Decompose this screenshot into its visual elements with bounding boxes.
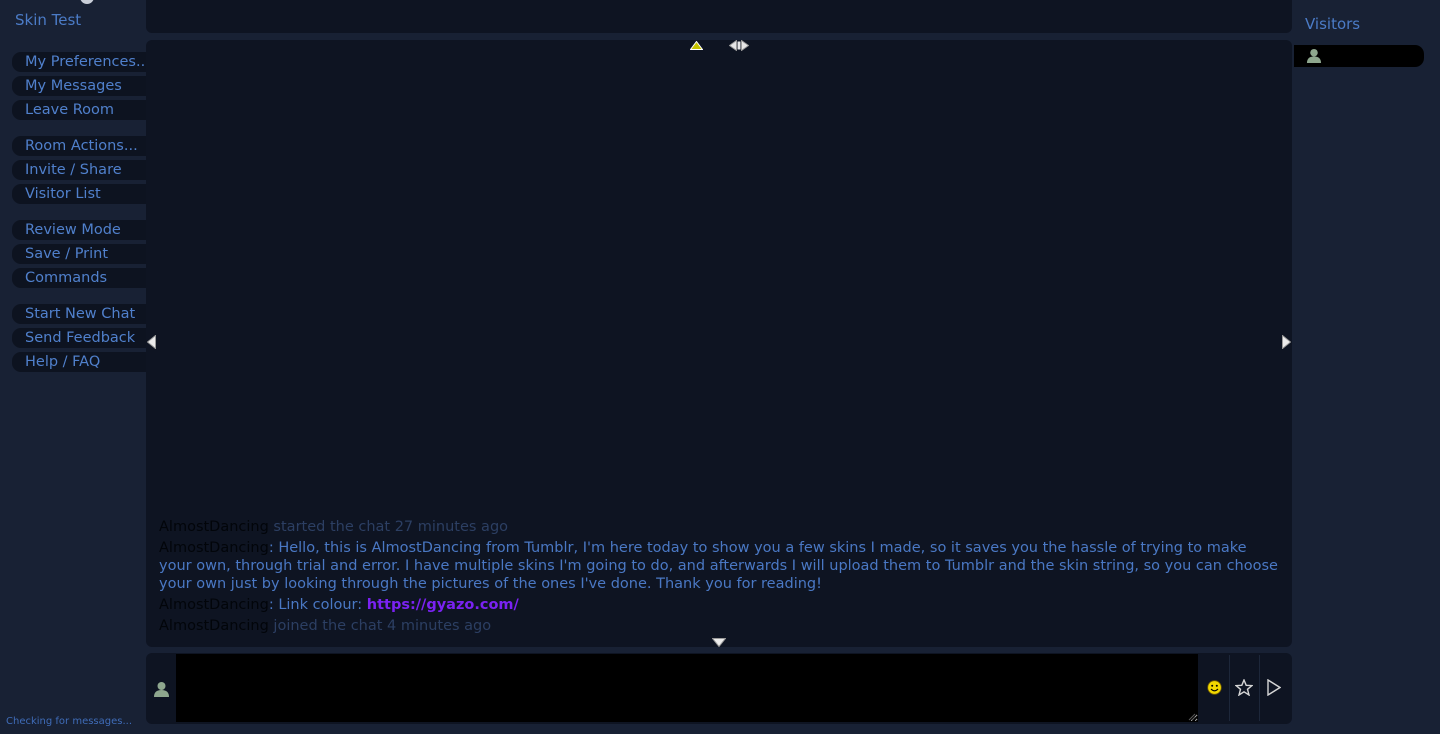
menu-divider — [12, 124, 146, 136]
user-icon — [1306, 48, 1322, 64]
resize-grip-icon[interactable] — [1188, 713, 1196, 721]
user-icon[interactable] — [153, 681, 170, 698]
message-text: : Hello, this is AlmostDancing from Tumb… — [159, 540, 1278, 592]
commands-button[interactable]: Commands — [12, 268, 146, 288]
message-author[interactable]: AlmostDancing — [159, 618, 269, 634]
room-title: Skin Test — [15, 11, 82, 29]
message: AlmostDancing started the chat 27 minute… — [159, 518, 1280, 536]
toolbar-divider — [1229, 655, 1230, 721]
star-icon[interactable] — [1235, 679, 1253, 696]
save-print-button[interactable]: Save / Print — [12, 244, 146, 264]
triangle-up-icon[interactable] — [690, 41, 703, 50]
start-new-chat-button[interactable]: Start New Chat — [12, 304, 146, 324]
message-input[interactable] — [176, 654, 1198, 722]
message: AlmostDancing: Link colour: https://gyaz… — [159, 596, 1280, 614]
visitor-item[interactable] — [1294, 45, 1424, 67]
status-text: Checking for messages... — [6, 716, 133, 727]
message-author[interactable]: AlmostDancing — [159, 540, 269, 556]
top-bar — [146, 0, 1292, 33]
triangle-right-icon[interactable] — [1282, 335, 1291, 349]
triangle-down-icon[interactable] — [712, 638, 726, 647]
logo-fragment — [80, 0, 94, 4]
leave-room-button[interactable]: Leave Room — [12, 100, 146, 120]
toolbar-divider — [1259, 655, 1260, 721]
send-feedback-button[interactable]: Send Feedback — [12, 328, 146, 348]
sidebar-menu: My Preferences... My Messages Leave Room… — [12, 52, 146, 376]
send-icon[interactable] — [1267, 679, 1281, 696]
message: AlmostDancing: Hello, this is AlmostDanc… — [159, 539, 1280, 593]
double-arrow-icon[interactable] — [729, 40, 749, 51]
message: AlmostDancing joined the chat 4 minutes … — [159, 617, 1280, 635]
message-input-area — [146, 653, 1292, 724]
menu-divider — [12, 208, 146, 220]
smiley-icon[interactable] — [1207, 680, 1222, 695]
message-text: : Link colour: — [268, 597, 367, 613]
my-messages-button[interactable]: My Messages — [12, 76, 146, 96]
my-preferences-button[interactable]: My Preferences... — [12, 52, 146, 72]
message-link[interactable]: https://gyazo.com/ — [367, 597, 519, 613]
message-list: AlmostDancing started the chat 27 minute… — [159, 515, 1280, 635]
triangle-left-icon[interactable] — [147, 335, 156, 349]
visitors-title: Visitors — [1305, 15, 1361, 33]
menu-divider — [12, 292, 146, 304]
help-faq-button[interactable]: Help / FAQ — [12, 352, 146, 372]
invite-share-button[interactable]: Invite / Share — [12, 160, 146, 180]
room-actions-button[interactable]: Room Actions... — [12, 136, 146, 156]
system-text: started the chat 27 minutes ago — [268, 519, 509, 535]
message-author[interactable]: AlmostDancing — [159, 519, 269, 535]
review-mode-button[interactable]: Review Mode — [12, 220, 146, 240]
message-author[interactable]: AlmostDancing — [159, 597, 269, 613]
chat-panel: AlmostDancing started the chat 27 minute… — [146, 40, 1292, 647]
visitor-list-button[interactable]: Visitor List — [12, 184, 146, 204]
system-text: joined the chat 4 minutes ago — [268, 618, 492, 634]
